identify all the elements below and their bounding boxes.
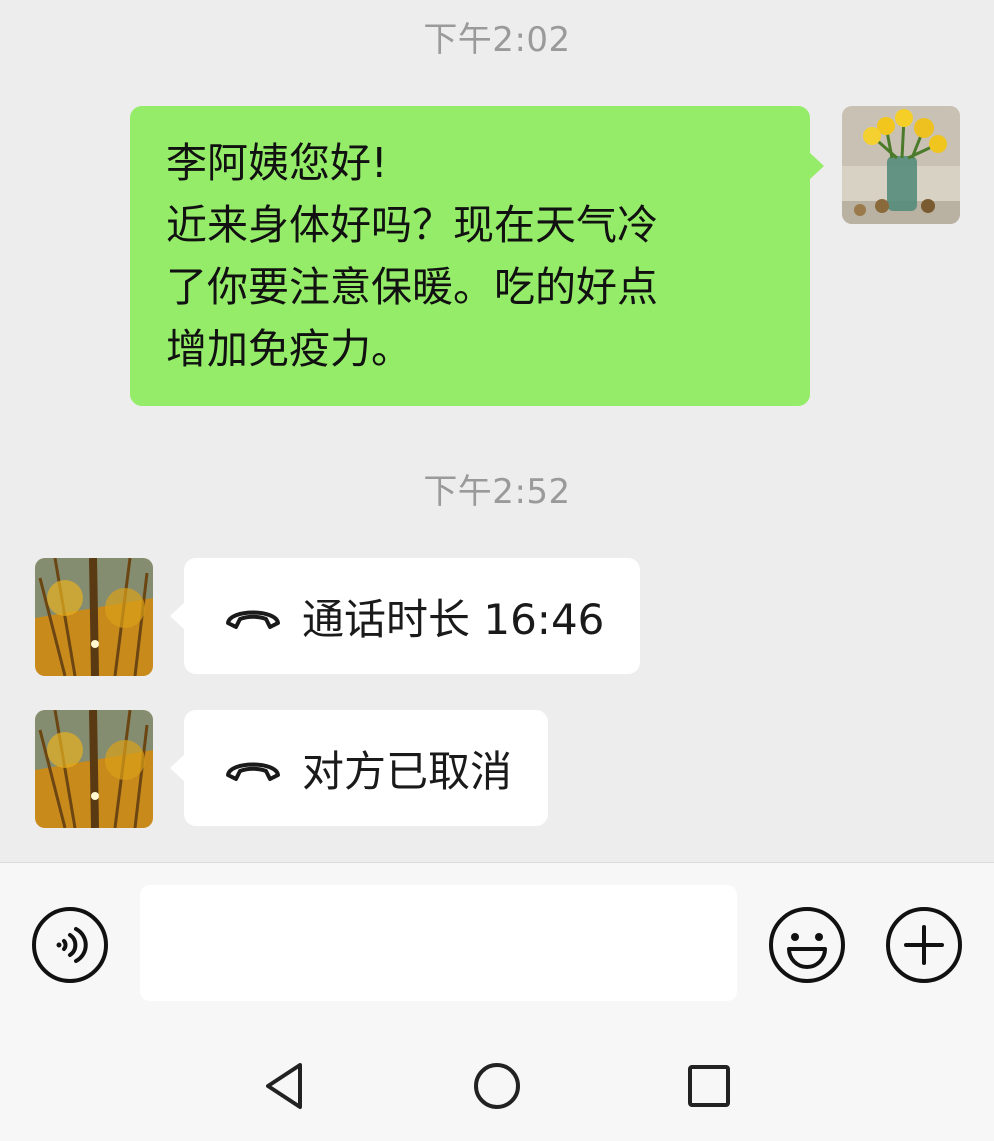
call-duration-text: 通话时长 16:46 [302,594,605,644]
phone-hangup-icon [226,762,280,781]
message-line: 近来身体好吗？现在天气冷 [166,201,658,249]
nav-back-button[interactable] [258,1059,312,1113]
contact-avatar[interactable] [35,558,153,676]
message-input[interactable] [140,885,737,1001]
contact-avatar[interactable] [35,710,153,828]
more-options-button[interactable] [884,905,964,985]
phone-hangup-icon [226,610,280,629]
call-cancelled-text: 对方已取消 [302,746,513,796]
voice-mode-icon [32,907,108,983]
call-cancelled-message[interactable]: 对方已取消 [169,710,549,826]
sent-message-bubble[interactable]: 李阿姨您好! 近来身体好吗？现在天气冷 了你要注意保暖。吃的好点 增加免疫力。 [130,106,824,406]
autumn-trees-avatar-image [35,558,153,676]
nav-home-button[interactable] [470,1059,524,1113]
plus-icon [886,907,962,983]
nav-recents-button[interactable] [682,1059,736,1113]
flower-vase-avatar-image [842,106,960,224]
emoji-button[interactable] [767,905,847,985]
message-line: 了你要注意保暖。吃的好点 [166,263,658,311]
back-triangle-icon [266,1063,302,1109]
message-line: 增加免疫力。 [166,325,412,373]
emoji-icon [769,907,845,983]
timestamp: 下午2:52 [423,472,571,512]
voice-mode-button[interactable] [30,905,110,985]
autumn-trees-avatar-image [35,710,153,828]
call-duration-message[interactable]: 通话时长 16:46 [169,558,641,674]
home-circle-icon [474,1063,520,1109]
recents-square-icon [688,1065,730,1107]
message-line: 李阿姨您好! [166,139,388,187]
timestamp: 下午2:02 [423,20,571,60]
my-avatar[interactable] [842,106,960,224]
input-bar [0,863,994,1141]
